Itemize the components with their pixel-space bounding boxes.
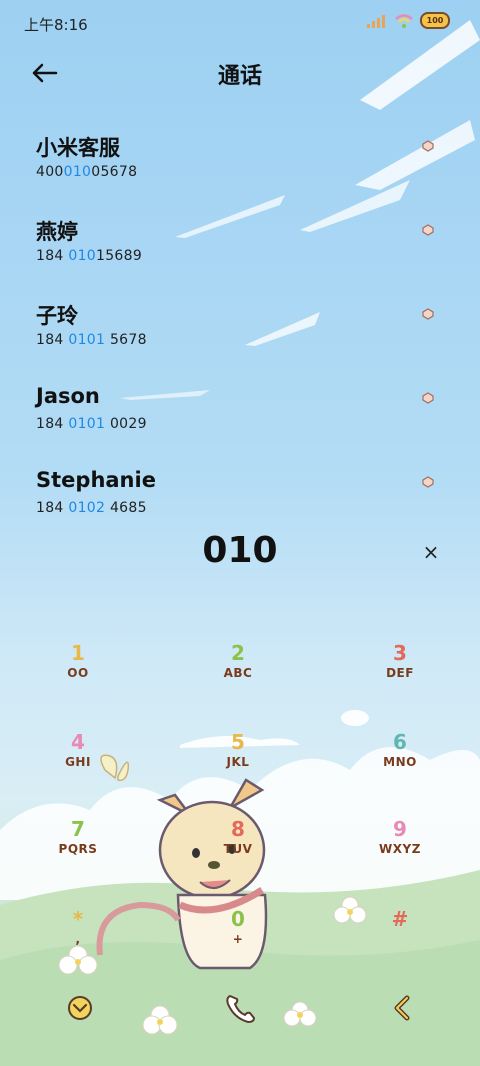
key-star[interactable]: * ,	[18, 908, 138, 978]
match-highlight: 010	[68, 248, 96, 264]
contact-number: 184 0101 0029	[36, 416, 147, 432]
list-item[interactable]: 小米客服 40001005678	[0, 128, 480, 198]
key-digit: 0	[231, 907, 245, 931]
list-item[interactable]: Stephanie 184 0102 4685	[0, 464, 480, 534]
number-part: 5678	[105, 332, 147, 348]
key-letters: PQRS	[58, 842, 98, 856]
status-bar: 上午8:16 100	[0, 0, 480, 44]
key-letters: ,	[75, 932, 81, 946]
key-digit: 1	[71, 641, 85, 665]
number-part: 0029	[105, 416, 147, 432]
chevron-down-icon[interactable]	[60, 990, 100, 1026]
list-item[interactable]: Jason 184 0101 0029	[0, 380, 480, 450]
number-part: 184	[36, 416, 69, 432]
key-3[interactable]: 3 DEF	[340, 642, 460, 712]
backspace-icon[interactable]	[382, 990, 422, 1026]
match-highlight: 0101	[68, 416, 106, 432]
contact-detail-icon[interactable]	[422, 308, 434, 320]
number-part: 184	[36, 500, 69, 516]
number-part: 05678	[91, 164, 138, 180]
key-letters: GHI	[65, 755, 91, 769]
voicemail-icon: OO	[67, 666, 89, 680]
number-part: 184	[36, 332, 69, 348]
contact-name: 子玲	[36, 304, 78, 328]
number-part: 184	[36, 248, 69, 264]
key-digit: 9	[393, 817, 407, 841]
key-letters: MNO	[383, 755, 417, 769]
key-6[interactable]: 6 MNO	[340, 731, 460, 801]
contact-number: 184 0101 5678	[36, 332, 147, 348]
contact-name: 小米客服	[36, 136, 120, 160]
key-digit: 6	[393, 730, 407, 754]
dialed-number: 010	[202, 530, 278, 571]
header: 通话	[0, 50, 480, 94]
phone-icon[interactable]	[220, 990, 260, 1026]
key-0[interactable]: 0 +	[178, 908, 298, 978]
number-part: 15689	[96, 248, 143, 264]
number-part: 400	[36, 164, 64, 180]
list-item[interactable]: 子玲 184 0101 5678	[0, 296, 480, 366]
signal-icon	[367, 14, 385, 28]
key-4[interactable]: 4 GHI	[18, 731, 138, 801]
key-digit: 2	[231, 641, 245, 665]
match-highlight: 010	[63, 164, 92, 180]
key-7[interactable]: 7 PQRS	[18, 818, 138, 888]
key-5[interactable]: 5 JKL	[178, 731, 298, 801]
key-letters: +	[232, 932, 244, 946]
contact-number: 184 01015689	[36, 248, 142, 264]
status-time: 上午8:16	[24, 16, 88, 34]
key-letters: DEF	[386, 666, 414, 680]
key-digit: 3	[393, 641, 407, 665]
contact-detail-icon[interactable]	[422, 392, 434, 404]
contact-name: 燕婷	[36, 220, 78, 244]
key-digit: 5	[231, 730, 245, 754]
contact-detail-icon[interactable]	[422, 224, 434, 236]
contact-detail-icon[interactable]	[422, 140, 434, 152]
key-1[interactable]: 1 OO	[18, 642, 138, 712]
key-2[interactable]: 2 ABC	[178, 642, 298, 712]
key-letters: WXYZ	[379, 842, 421, 856]
key-letters: ABC	[223, 666, 253, 680]
key-digit: 8	[231, 817, 245, 841]
key-digit: 7	[71, 817, 85, 841]
match-highlight: 0102	[68, 500, 106, 516]
key-letters: JKL	[226, 755, 250, 769]
page-title: 通话	[217, 64, 262, 89]
contact-number: 40001005678	[36, 164, 137, 180]
contact-name: Stephanie	[36, 468, 156, 492]
key-9[interactable]: 9 WXYZ	[340, 818, 460, 888]
battery-icon: 100	[420, 12, 450, 29]
contact-detail-icon[interactable]	[422, 476, 434, 488]
key-digit: *	[72, 907, 84, 931]
match-highlight: 0101	[68, 332, 106, 348]
contact-number: 184 0102 4685	[36, 500, 147, 516]
clear-input-button[interactable]: ×	[420, 541, 442, 563]
number-part: 4685	[105, 500, 147, 516]
wifi-icon	[395, 13, 413, 28]
list-item[interactable]: 燕婷 184 01015689	[0, 212, 480, 282]
status-icons: 100	[366, 12, 450, 29]
contact-name: Jason	[36, 384, 100, 408]
key-hash[interactable]: #	[340, 908, 460, 978]
key-letters: TUV	[223, 842, 253, 856]
key-digit: 4	[71, 730, 85, 754]
key-8[interactable]: 8 TUV	[178, 818, 298, 888]
key-digit: #	[391, 907, 409, 931]
